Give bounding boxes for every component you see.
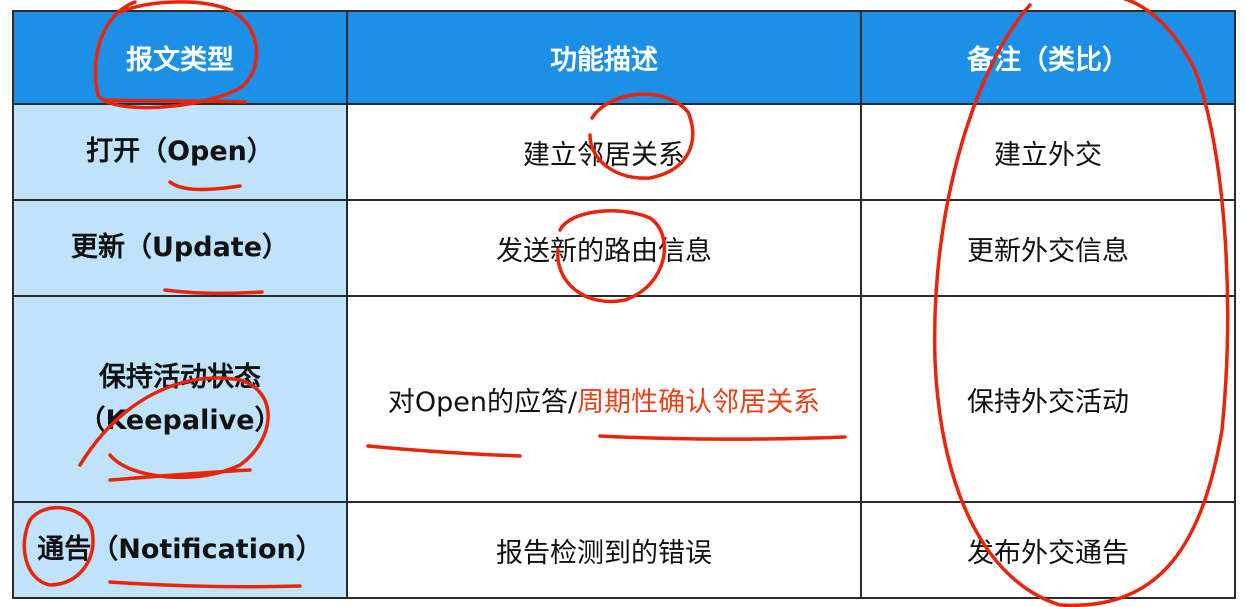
message-type-notification: 通告（Notification）: [12, 501, 348, 599]
note-notification: 发布外交通告: [860, 501, 1236, 599]
function-notification: 报告检测到的错误: [346, 501, 862, 599]
header-row: 报文类型 功能描述 备注（类比）: [12, 10, 1236, 105]
header-function-description: 功能描述: [346, 10, 862, 105]
note-keepalive: 保持外交活动: [860, 295, 1236, 503]
keepalive-label-line2: （Keepalive）: [78, 405, 282, 436]
table-row-update: 更新（Update） 发送新的路由信息 更新外交信息: [12, 199, 1236, 297]
bgp-message-table: 报文类型 功能描述 备注（类比） 打开（Open） 建立邻居关系 建立外交 更新…: [12, 10, 1236, 599]
note-open: 建立外交: [860, 103, 1236, 201]
table-row-keepalive: 保持活动状态 （Keepalive） 对Open的应答/周期性确认邻居关系 保持…: [12, 295, 1236, 503]
message-type-update: 更新（Update）: [12, 199, 348, 297]
keepalive-function-reply: 对Open的应答/: [387, 386, 578, 418]
keepalive-function-periodic: 周期性确认邻居关系: [577, 386, 821, 418]
table-row-open: 打开（Open） 建立邻居关系 建立外交: [12, 103, 1236, 201]
function-keepalive: 对Open的应答/周期性确认邻居关系: [346, 295, 862, 503]
note-update: 更新外交信息: [860, 199, 1236, 297]
function-update: 发送新的路由信息: [346, 199, 862, 297]
message-type-keepalive: 保持活动状态 （Keepalive）: [12, 295, 348, 503]
header-message-type: 报文类型: [12, 10, 348, 105]
slide: 报文类型 功能描述 备注（类比） 打开（Open） 建立邻居关系 建立外交 更新…: [0, 0, 1246, 607]
keepalive-label-line1: 保持活动状态: [99, 361, 261, 393]
header-note-analogy: 备注（类比）: [860, 10, 1236, 105]
function-open: 建立邻居关系: [346, 103, 862, 201]
table-row-notification: 通告（Notification） 报告检测到的错误 发布外交通告: [12, 501, 1236, 599]
message-type-open: 打开（Open）: [12, 103, 348, 201]
